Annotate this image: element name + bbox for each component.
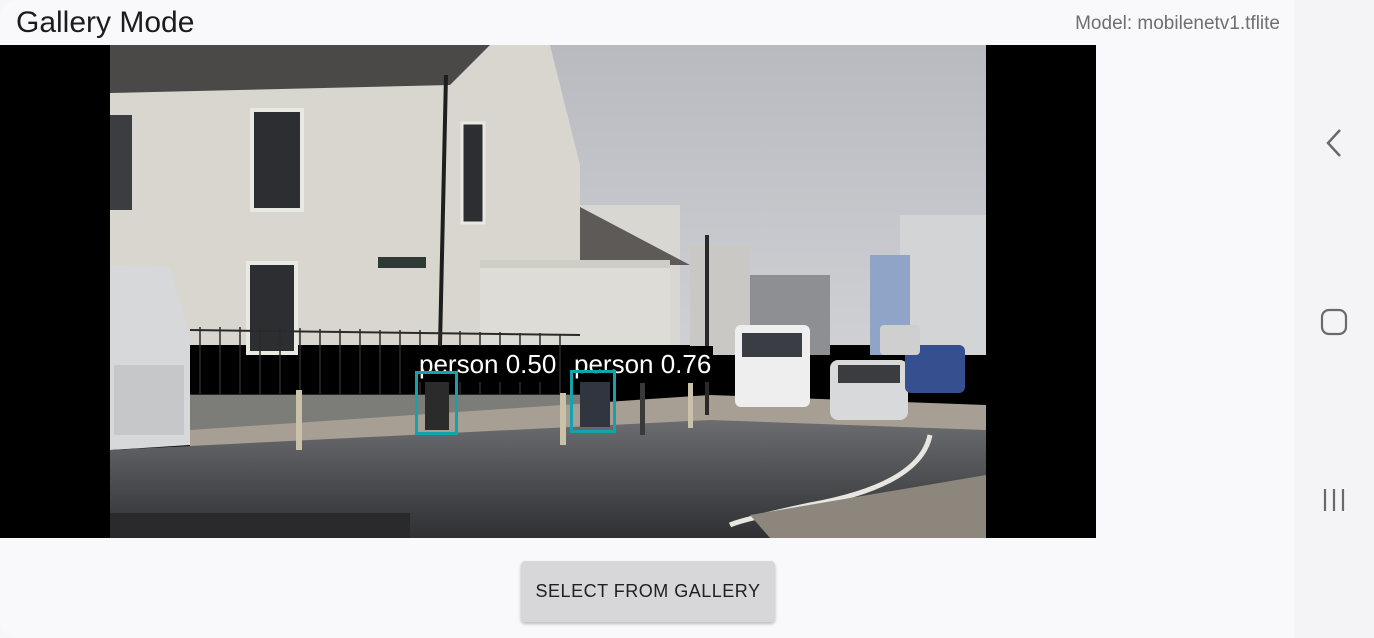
system-navigation-bar bbox=[1294, 0, 1374, 638]
recents-button[interactable] bbox=[1314, 480, 1354, 520]
street-photo bbox=[110, 45, 986, 538]
image-viewer: person 0.50 person 0.76 bbox=[0, 45, 1096, 538]
detection-box bbox=[415, 371, 458, 435]
back-button[interactable] bbox=[1314, 123, 1354, 163]
three-bars-recents-icon bbox=[1323, 489, 1345, 511]
select-from-gallery-button[interactable]: SELECT FROM GALLERY bbox=[521, 561, 775, 622]
app-screen: Gallery Mode Model: mobilenetv1.tflite p… bbox=[0, 0, 1294, 638]
detection-box bbox=[570, 370, 616, 433]
chevron-left-icon bbox=[1326, 129, 1341, 157]
square-home-icon bbox=[1320, 308, 1348, 336]
home-button[interactable] bbox=[1314, 302, 1354, 342]
model-label: Model: mobilenetv1.tflite bbox=[1075, 13, 1280, 34]
page-title: Gallery Mode bbox=[16, 6, 195, 39]
